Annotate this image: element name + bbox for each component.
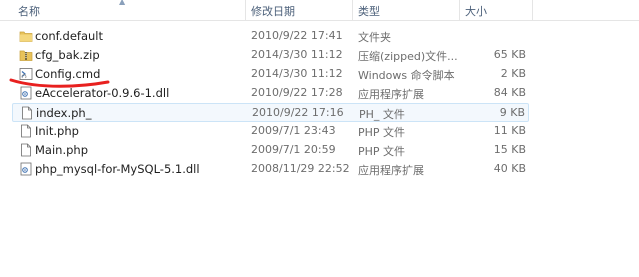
file-icon (21, 124, 31, 138)
file-date: 2009/7/1 20:59 (251, 143, 336, 156)
column-header-bar: ▲ 名称 修改日期 类型 大小 (0, 0, 639, 21)
file-date: 2010/9/22 17:28 (251, 86, 343, 99)
file-row[interactable]: php_mysql-for-MySQL-5.1.dll 2008/11/29 2… (12, 160, 529, 179)
file-name: Main.php (35, 143, 88, 157)
file-date: 2009/7/1 23:43 (251, 124, 336, 137)
file-row[interactable]: cfg_bak.zip 2014/3/30 11:12 压缩(zipped)文件… (12, 46, 529, 65)
file-type: PH_ 文件 (359, 108, 405, 121)
file-row[interactable]: Config.cmd 2014/3/30 11:12 Windows 命令脚本 … (12, 65, 529, 84)
file-date: 2008/11/29 22:52 (251, 162, 350, 175)
file-row[interactable]: eAccelerator-0.9.6-1.dll 2010/9/22 17:28… (12, 84, 529, 103)
file-size: 9 KB (499, 106, 525, 119)
file-size: 65 KB (493, 48, 526, 61)
file-type: 应用程序扩展 (358, 164, 424, 177)
column-divider[interactable] (459, 0, 460, 20)
file-type: Windows 命令脚本 (358, 69, 455, 82)
file-name: Config.cmd (35, 67, 101, 81)
file-size: 2 KB (500, 67, 526, 80)
file-name: index.ph_ (36, 106, 92, 120)
dll-icon (20, 86, 32, 100)
file-type: 文件夹 (358, 31, 391, 44)
file-row[interactable]: Main.php 2009/7/1 20:59 PHP 文件 15 KB (12, 141, 529, 160)
column-divider[interactable] (532, 0, 533, 20)
folder-icon (19, 31, 33, 42)
file-date: 2010/9/22 17:16 (252, 106, 344, 119)
sort-arrow-icon: ▲ (119, 0, 126, 6)
file-type: PHP 文件 (358, 145, 406, 158)
file-name: eAccelerator-0.9.6-1.dll (35, 86, 170, 100)
file-type: 压缩(zipped)文件... (358, 50, 458, 63)
dll-icon (20, 162, 32, 176)
column-header-size[interactable]: 大小 (465, 3, 487, 19)
file-name: cfg_bak.zip (35, 48, 100, 62)
file-name: Init.php (35, 124, 79, 138)
file-row[interactable]: conf.default 2010/9/22 17:41 文件夹 (12, 27, 529, 46)
file-date: 2010/9/22 17:41 (251, 29, 343, 42)
cmd-script-icon (19, 68, 33, 80)
column-header-type[interactable]: 类型 (358, 3, 380, 19)
file-size: 84 KB (493, 86, 526, 99)
column-divider[interactable] (352, 0, 353, 20)
file-size: 40 KB (493, 162, 526, 175)
file-icon (22, 106, 32, 120)
file-row-selected[interactable]: index.ph_ 2010/9/22 17:16 PH_ 文件 9 KB (12, 103, 529, 122)
file-size: 11 KB (493, 124, 526, 137)
file-size: 15 KB (493, 143, 526, 156)
column-header-date[interactable]: 修改日期 (251, 3, 295, 19)
file-name: php_mysql-for-MySQL-5.1.dll (35, 162, 200, 176)
file-row[interactable]: Init.php 2009/7/1 23:43 PHP 文件 11 KB (12, 122, 529, 141)
column-divider[interactable] (245, 0, 246, 20)
file-type: 应用程序扩展 (358, 88, 424, 101)
zip-folder-icon (19, 50, 33, 61)
file-icon (21, 143, 31, 157)
file-date: 2014/3/30 11:12 (251, 67, 343, 80)
file-type: PHP 文件 (358, 126, 406, 139)
file-date: 2014/3/30 11:12 (251, 48, 343, 61)
file-name: conf.default (35, 29, 103, 43)
column-header-name[interactable]: 名称 (18, 3, 40, 19)
